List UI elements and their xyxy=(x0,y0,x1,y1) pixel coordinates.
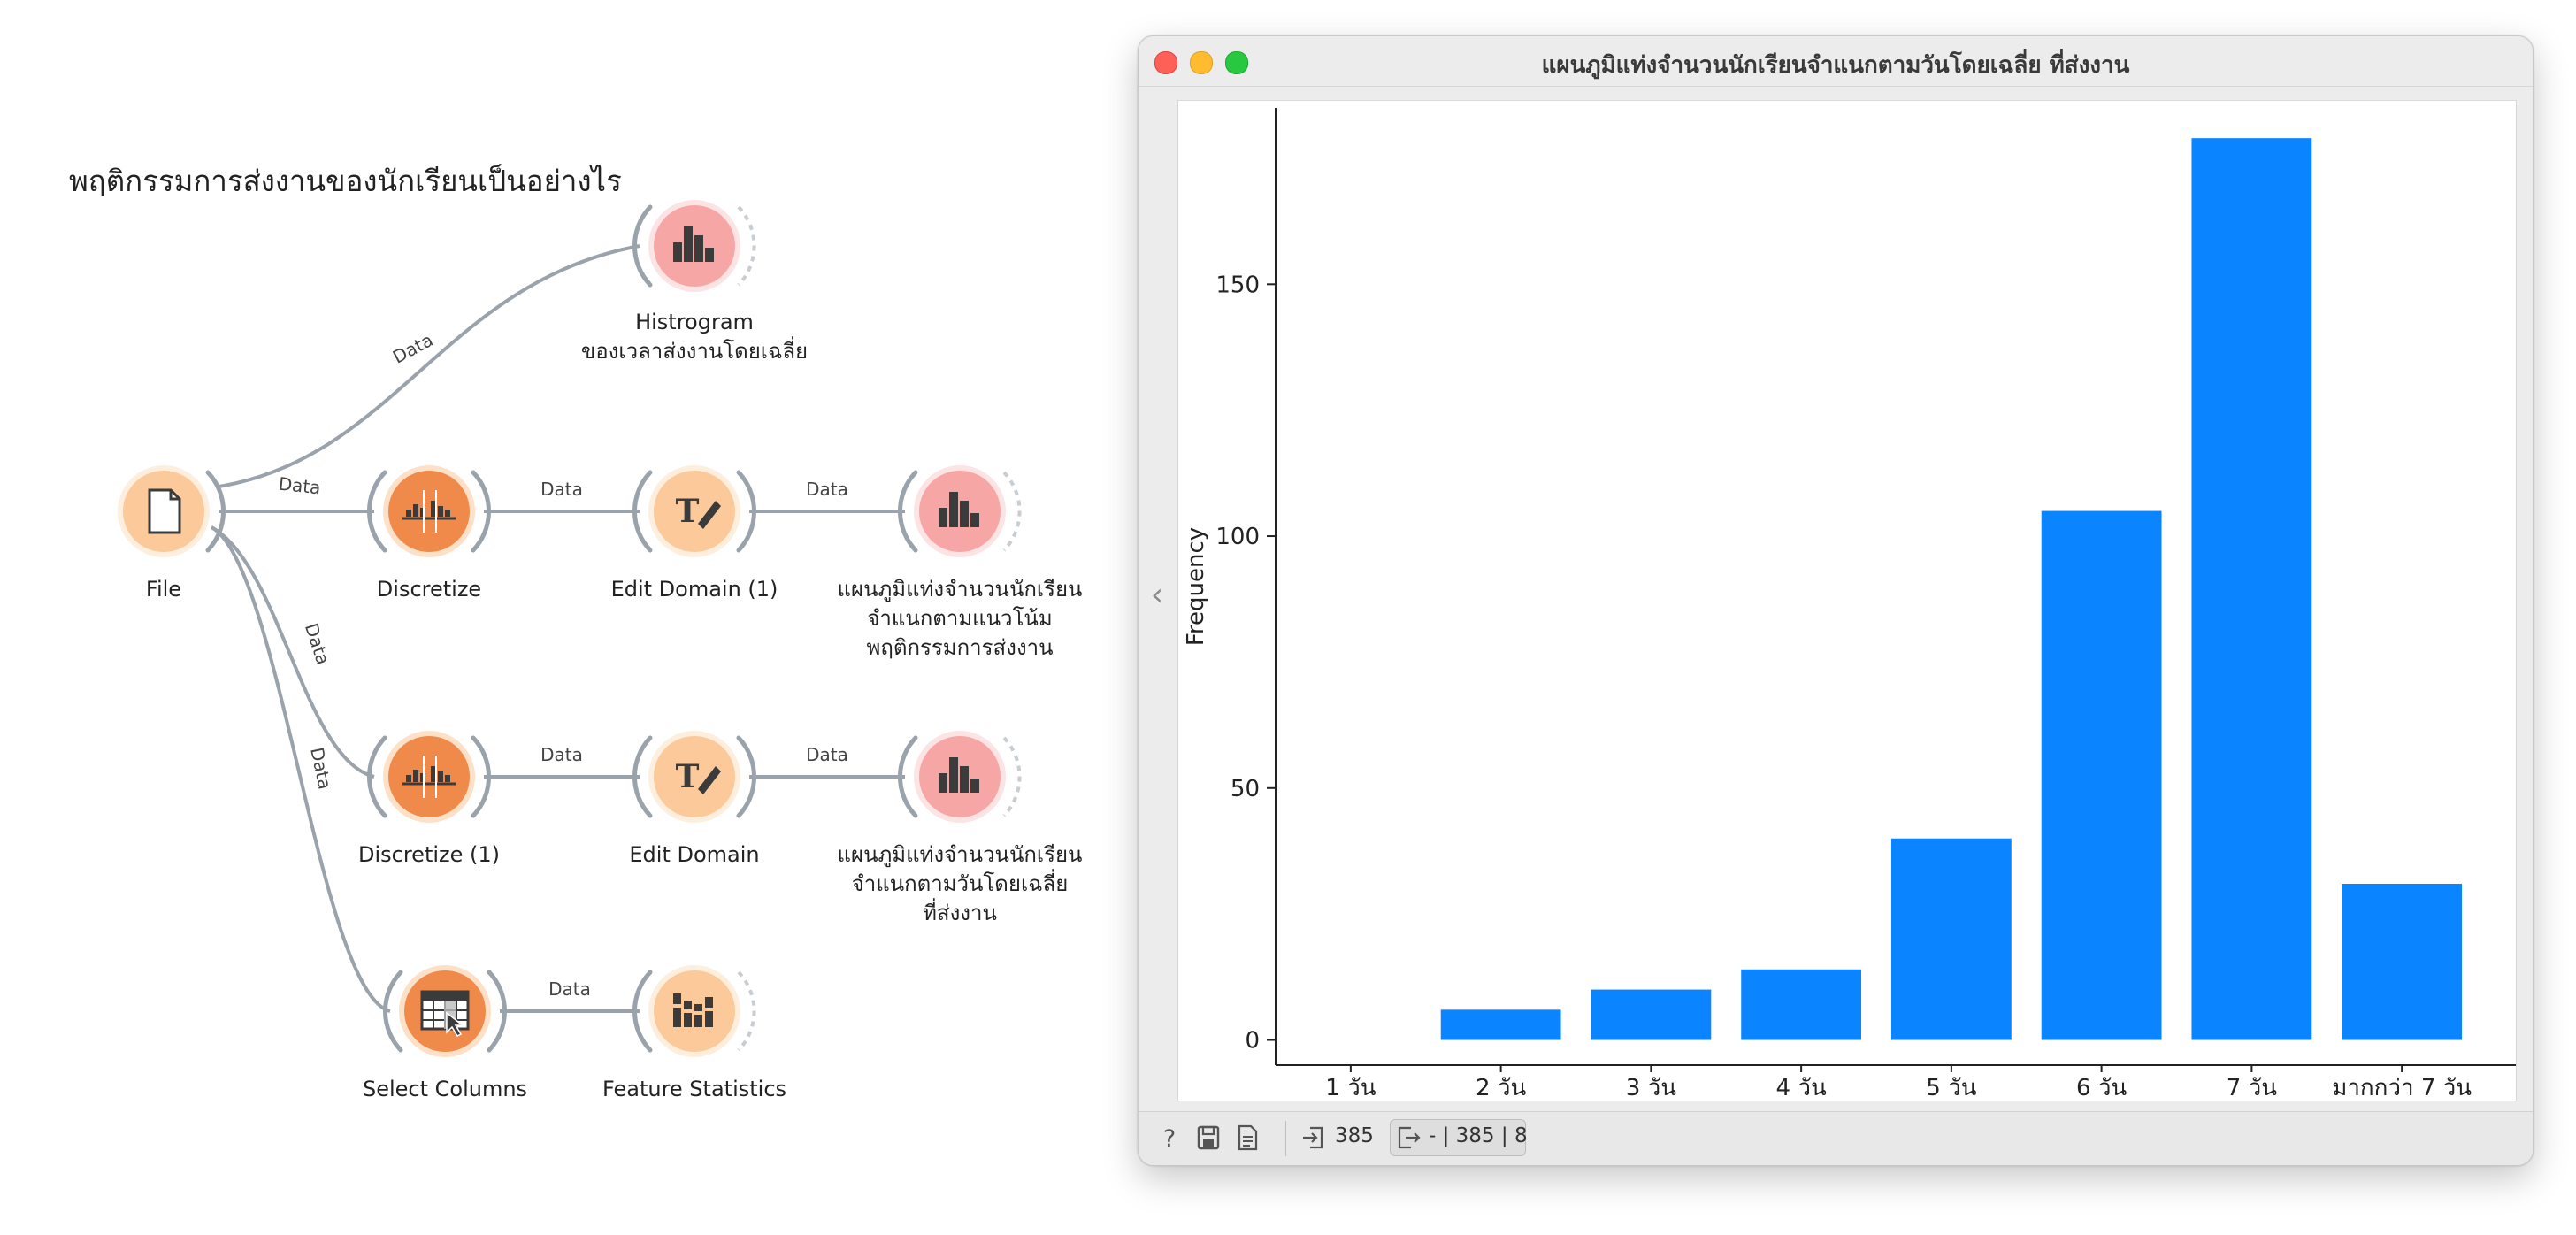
x-tick-label: 3 วัน xyxy=(1626,1075,1676,1101)
bar-6[interactable] xyxy=(2191,138,2312,1040)
link-label: Data xyxy=(540,479,583,500)
workflow-canvas[interactable]: พฤติกรรมการส่งงานของนักเรียนเป็นอย่างไร … xyxy=(0,0,1132,1235)
input-count: 385 xyxy=(1335,1124,1374,1147)
x-tick-label: 6 วัน xyxy=(2076,1075,2127,1101)
node-editdomain1[interactable]: T xyxy=(632,465,756,557)
node-label-dist2: แผนภูมิแท่งจำนวนนักเรียน จำแนกตามวันโดยเ… xyxy=(837,842,1083,925)
y-axis-title: Frequency xyxy=(1183,527,1209,646)
node-dist2[interactable] xyxy=(898,731,1022,823)
report-icon[interactable] xyxy=(1232,1123,1262,1154)
bar-7[interactable] xyxy=(2342,883,2463,1040)
node-label-dist1: แผนภูมิแท่งจำนวนนักเรียน จำแนกตามแนวโน้ม… xyxy=(837,577,1083,660)
bar-3[interactable] xyxy=(1741,969,1862,1040)
node-discretize[interactable] xyxy=(367,465,491,557)
bar-2[interactable] xyxy=(1591,989,1712,1040)
bar-1[interactable] xyxy=(1440,1009,1561,1040)
y-tick-label: 50 xyxy=(1230,776,1260,802)
output-summary: - | 385 | 8 xyxy=(1429,1124,1528,1147)
distributions-window: แผนภูมิแท่งจำนวนนักเรียนจำแนกตามวันโดยเฉ… xyxy=(1138,35,2534,1166)
svg-text:T: T xyxy=(676,493,700,530)
link-file-histogram[interactable] xyxy=(218,244,640,488)
link-label: Data xyxy=(806,744,848,765)
node-dist1[interactable] xyxy=(898,465,1022,557)
input-data-icon xyxy=(1298,1123,1328,1154)
bar-4[interactable] xyxy=(1890,838,2012,1040)
x-tick-label: 2 วัน xyxy=(1476,1075,1526,1101)
y-tick-label: 150 xyxy=(1215,272,1260,298)
output-data-icon xyxy=(1393,1123,1423,1154)
bar-5[interactable] xyxy=(2041,510,2162,1040)
x-tick-label: มากกว่า 7 วัน xyxy=(2332,1075,2472,1101)
bar-chart: 0 50 100 150 1 วัน 2 วัน 3 วัน 4 วัน 5 วัน 6 วัน 7… xyxy=(1183,108,2519,1133)
node-editdomain[interactable]: T xyxy=(632,731,756,823)
file-icon xyxy=(148,488,181,534)
window-titlebar[interactable]: แผนภูมิแท่งจำนวนนักเรียนจำแนกตามวันโดยเฉ… xyxy=(1138,36,2533,87)
node-discretize1[interactable] xyxy=(367,731,491,823)
y-tick-label: 0 xyxy=(1245,1028,1260,1055)
status-separator xyxy=(1285,1121,1286,1156)
node-label-histogram: Histrogram ของเวลาส่งงานโดยเฉลี่ย xyxy=(580,310,809,364)
link-label: Data xyxy=(548,978,591,1000)
svg-text:?: ? xyxy=(1163,1125,1176,1153)
link-label: Data xyxy=(806,479,848,500)
link-label: Data xyxy=(306,746,335,792)
node-histogram[interactable] xyxy=(632,200,756,292)
plot-area[interactable]: 0 50 100 150 1 วัน 2 วัน 3 วัน 4 วัน 5 วัน 6 วัน 7… xyxy=(1177,100,2519,1133)
node-selectcols[interactable] xyxy=(383,965,507,1057)
link-label: Data xyxy=(540,744,583,765)
x-tick-label: 4 วัน xyxy=(1776,1075,1827,1101)
link-label: Data xyxy=(278,473,322,499)
y-tick-label: 100 xyxy=(1215,524,1260,550)
x-tick-label: 1 วัน xyxy=(1325,1075,1376,1101)
select-columns-icon xyxy=(420,990,470,1037)
x-tick-label: 7 วัน xyxy=(2227,1075,2277,1101)
node-file[interactable] xyxy=(118,465,226,557)
save-image-icon[interactable] xyxy=(1193,1123,1223,1154)
window-title: แผนภูมิแท่งจำนวนนักเรียนจำแนกตามวันโดยเฉ… xyxy=(1541,52,2130,79)
help-icon[interactable]: ? xyxy=(1154,1123,1184,1154)
svg-text:T: T xyxy=(676,758,700,795)
x-tick-label: 5 วัน xyxy=(1926,1075,1976,1101)
node-featstats[interactable] xyxy=(632,965,756,1057)
link-label: Data xyxy=(301,620,334,667)
show-controls-chevron-icon[interactable]: ‹ xyxy=(1144,578,1170,613)
status-bar: ? 385 - | 385 | 8 xyxy=(1138,1111,2533,1165)
node-label-featstats: Feature Statistics xyxy=(602,1077,787,1101)
